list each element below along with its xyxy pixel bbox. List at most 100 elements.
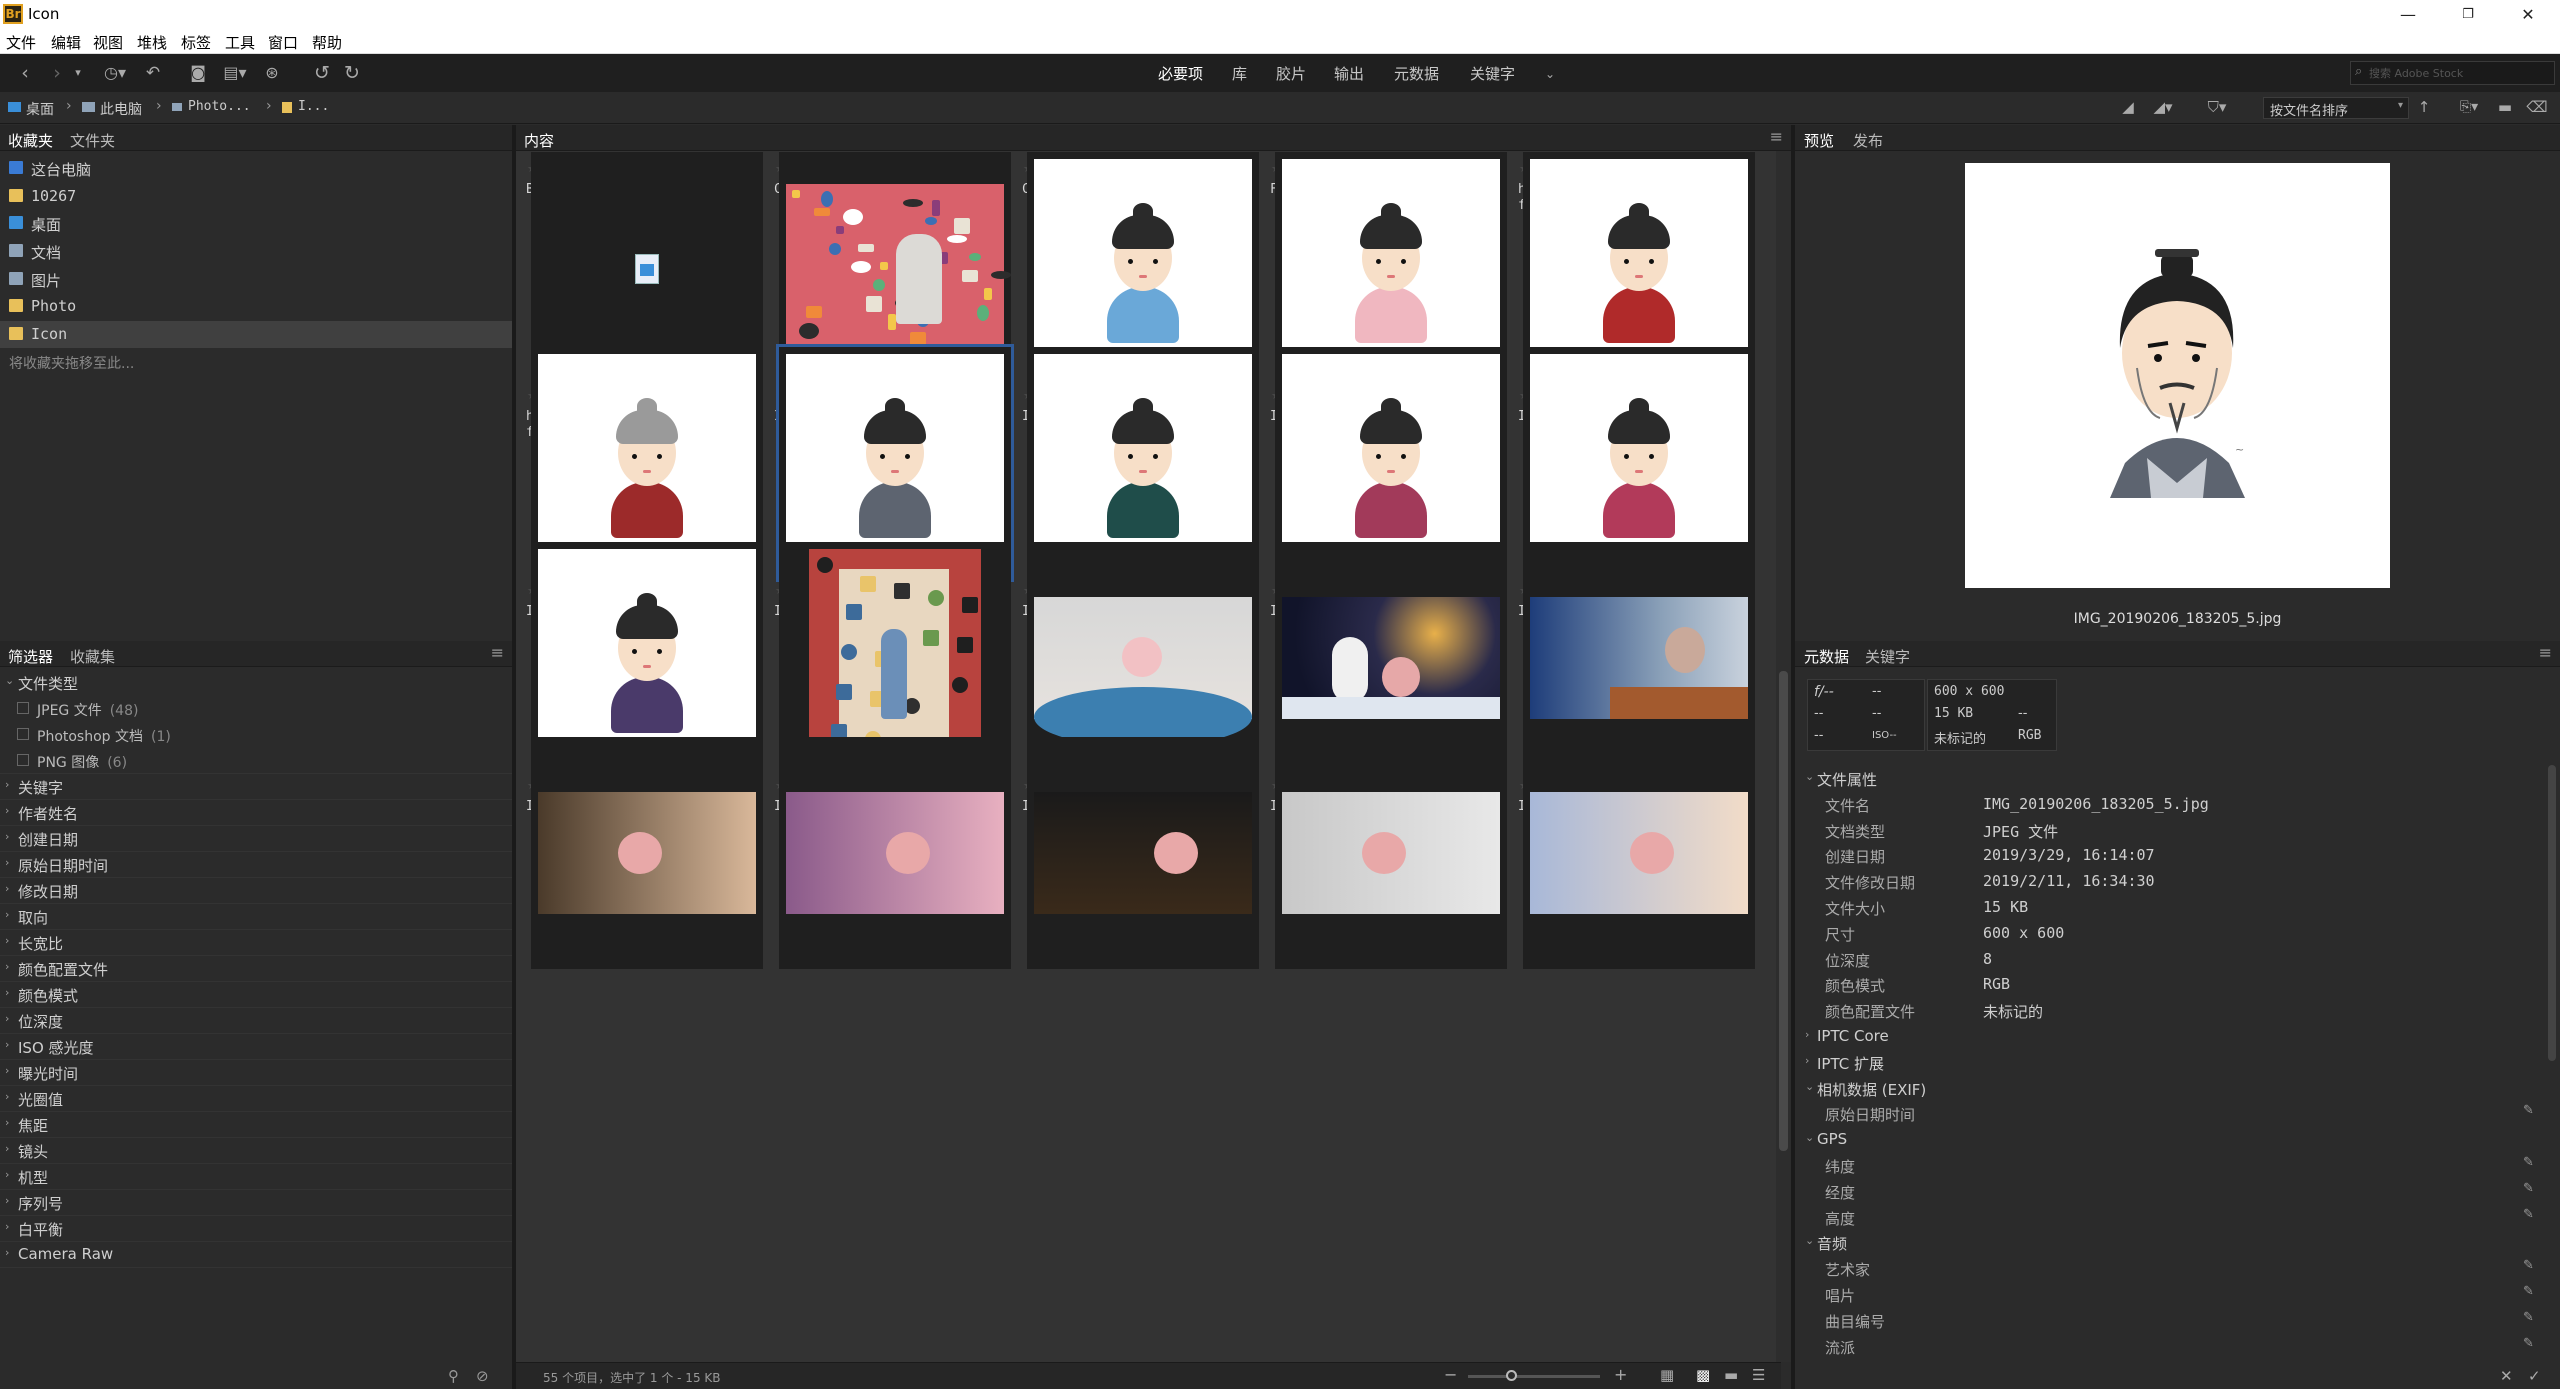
sort-dropdown[interactable]: 按文件名排序 ▾: [2263, 97, 2409, 119]
edit-pencil-icon[interactable]: ✎: [2523, 1207, 2534, 1222]
checkbox[interactable]: [17, 754, 29, 766]
tab-favorites[interactable]: 收藏夹: [8, 130, 53, 151]
edit-pencil-icon[interactable]: ✎: [2523, 1310, 2534, 1325]
list-view-icon[interactable]: ☰: [1752, 1366, 1765, 1384]
metadata-row[interactable]: 唱片 ✎: [1803, 1282, 2543, 1307]
favorite-desktop[interactable]: 桌面: [0, 210, 512, 237]
workspace-more-icon[interactable]: ⌄: [1540, 61, 1560, 87]
breadcrumb-photo[interactable]: Photo...: [188, 99, 251, 114]
metadata-row[interactable]: 经度 ✎: [1803, 1179, 2543, 1204]
metadata-row[interactable]: 尺寸 600 x 600: [1803, 921, 2543, 946]
workspace-metadata[interactable]: 元数据: [1394, 63, 1439, 84]
filter-category[interactable]: › 光圈值: [0, 1086, 512, 1112]
forward-icon[interactable]: ›: [46, 60, 68, 86]
scrollbar-track[interactable]: [1776, 151, 1791, 1362]
lock-grid-icon[interactable]: ▦: [1660, 1366, 1674, 1384]
back-icon[interactable]: ‹: [14, 60, 36, 86]
edit-pencil-icon[interactable]: ✎: [2523, 1155, 2534, 1170]
thumbnail-size-slider[interactable]: [1468, 1370, 1600, 1381]
tab-folders[interactable]: 文件夹: [70, 130, 115, 151]
metadata-row[interactable]: 艺术家 ✎: [1803, 1256, 2543, 1281]
workspace-libraries[interactable]: 库: [1232, 63, 1247, 84]
close-button[interactable]: ✕: [2500, 0, 2556, 29]
details-view-icon[interactable]: ▬: [1724, 1366, 1738, 1384]
filter-category[interactable]: › 颜色配置文件: [0, 956, 512, 982]
zoom-in-icon[interactable]: +: [1614, 1365, 1627, 1384]
preview-image[interactable]: ~: [1965, 163, 2390, 588]
tab-content[interactable]: 内容: [524, 130, 554, 151]
tab-metadata[interactable]: 元数据: [1804, 646, 1849, 667]
breadcrumb-this-pc[interactable]: 此电脑: [100, 99, 142, 119]
scrollbar-thumb[interactable]: [1779, 671, 1788, 1151]
menu-label[interactable]: 标签: [181, 32, 211, 53]
edit-pencil-icon[interactable]: ✎: [2523, 1258, 2534, 1273]
filter-category[interactable]: › Camera Raw: [0, 1242, 512, 1268]
open-in-camera-raw-icon[interactable]: ⊛: [260, 60, 284, 86]
rotate-right-icon[interactable]: ↻: [340, 60, 364, 86]
metadata-row[interactable]: 文件大小 15 KB: [1803, 895, 2543, 920]
clear-filter-icon[interactable]: ⊘: [476, 1367, 489, 1385]
favorite-pictures[interactable]: 图片: [0, 266, 512, 293]
filter-category[interactable]: › 序列号: [0, 1190, 512, 1216]
metadata-row[interactable]: 颜色模式 RGB: [1803, 972, 2543, 997]
menu-stack[interactable]: 堆栈: [137, 32, 167, 53]
edit-pencil-icon[interactable]: ✎: [2523, 1103, 2534, 1118]
breadcrumb-icon-folder[interactable]: I...: [298, 99, 329, 114]
panel-menu-icon[interactable]: ≡: [2539, 643, 2552, 662]
workspace-keywords[interactable]: 关键字: [1470, 63, 1515, 84]
boomerang-icon[interactable]: ↶: [142, 60, 164, 86]
filter-option-photoshop[interactable]: Photoshop 文档 (1): [0, 722, 512, 748]
history-dropdown-icon[interactable]: ▾: [70, 60, 86, 86]
filter-category[interactable]: › 修改日期: [0, 878, 512, 904]
metadata-row[interactable]: 文档类型 JPEG 文件: [1803, 818, 2543, 843]
thumbnail-cell[interactable]: [779, 737, 1011, 969]
metadata-scrollbar[interactable]: [2548, 765, 2556, 1061]
workspace-output[interactable]: 输出: [1334, 63, 1364, 84]
checkbox[interactable]: [17, 728, 29, 740]
filter-category[interactable]: › 机型: [0, 1164, 512, 1190]
filter-category[interactable]: › 关键字: [0, 774, 512, 800]
metadata-row[interactable]: 创建日期 2019/3/29, 16:14:07: [1803, 843, 2543, 868]
edit-pencil-icon[interactable]: ✎: [2523, 1181, 2534, 1196]
metadata-row[interactable]: 文件名 IMG_20190206_183205_5.jpg: [1803, 792, 2543, 817]
tab-filter[interactable]: 筛选器: [8, 646, 53, 667]
tab-keywords[interactable]: 关键字: [1865, 646, 1910, 667]
search-input[interactable]: ⌕ 搜索 Adobe Stock: [2350, 61, 2555, 85]
filter-category[interactable]: › 作者姓名: [0, 800, 512, 826]
filter-category[interactable]: › 焦距: [0, 1112, 512, 1138]
filter-category[interactable]: › 镜头: [0, 1138, 512, 1164]
filter-category[interactable]: › 创建日期: [0, 826, 512, 852]
metadata-row[interactable]: 文件修改日期 2019/2/11, 16:34:30: [1803, 869, 2543, 894]
filter-file-type[interactable]: ⌄ 文件类型: [0, 670, 512, 696]
thumbnail-cell[interactable]: [1027, 737, 1259, 969]
menu-file[interactable]: 文件: [6, 32, 36, 53]
zoom-out-icon[interactable]: −: [1444, 1365, 1457, 1384]
edit-pencil-icon[interactable]: ✎: [2523, 1336, 2534, 1351]
thumbnail-view-icon[interactable]: ▩: [1696, 1366, 1710, 1384]
favorite-photo[interactable]: Photo: [0, 293, 512, 320]
section-exif[interactable]: ⌄ 相机数据 (EXIF): [1803, 1076, 2543, 1101]
section-audio[interactable]: ⌄ 音频: [1803, 1230, 2543, 1255]
tab-collections[interactable]: 收藏集: [70, 646, 115, 667]
recent-files-icon[interactable]: ◷▾: [98, 60, 132, 86]
metadata-row[interactable]: 位深度 8: [1803, 947, 2543, 972]
metadata-row[interactable]: 颜色配置文件 未标记的: [1803, 998, 2543, 1023]
panel-menu-icon[interactable]: ≡: [1770, 127, 1783, 146]
menu-window[interactable]: 窗口: [268, 32, 298, 53]
filter-option-png[interactable]: PNG 图像 (6): [0, 748, 512, 774]
pin-icon[interactable]: ⚲: [448, 1367, 459, 1385]
favorite-this-pc[interactable]: 这台电脑: [0, 155, 512, 182]
filter-category[interactable]: › ISO 感光度: [0, 1034, 512, 1060]
metadata-row[interactable]: 原始日期时间 ✎: [1803, 1101, 2543, 1126]
workspace-filmstrip[interactable]: 胶片: [1276, 63, 1306, 84]
breadcrumb-desktop[interactable]: 桌面: [26, 99, 54, 119]
quality-icon[interactable]: ◢: [2118, 94, 2138, 120]
section-gps[interactable]: ⌄ GPS: [1803, 1127, 2543, 1152]
filter-category[interactable]: › 取向: [0, 904, 512, 930]
thumbnail-cell[interactable]: [531, 737, 763, 969]
metadata-row[interactable]: 纬度 ✎: [1803, 1153, 2543, 1178]
metadata-row[interactable]: 曲目编号 ✎: [1803, 1308, 2543, 1333]
cancel-icon[interactable]: ✕: [2500, 1367, 2513, 1385]
filter-category[interactable]: › 颜色模式: [0, 982, 512, 1008]
trash-icon[interactable]: ⌫: [2526, 94, 2548, 120]
